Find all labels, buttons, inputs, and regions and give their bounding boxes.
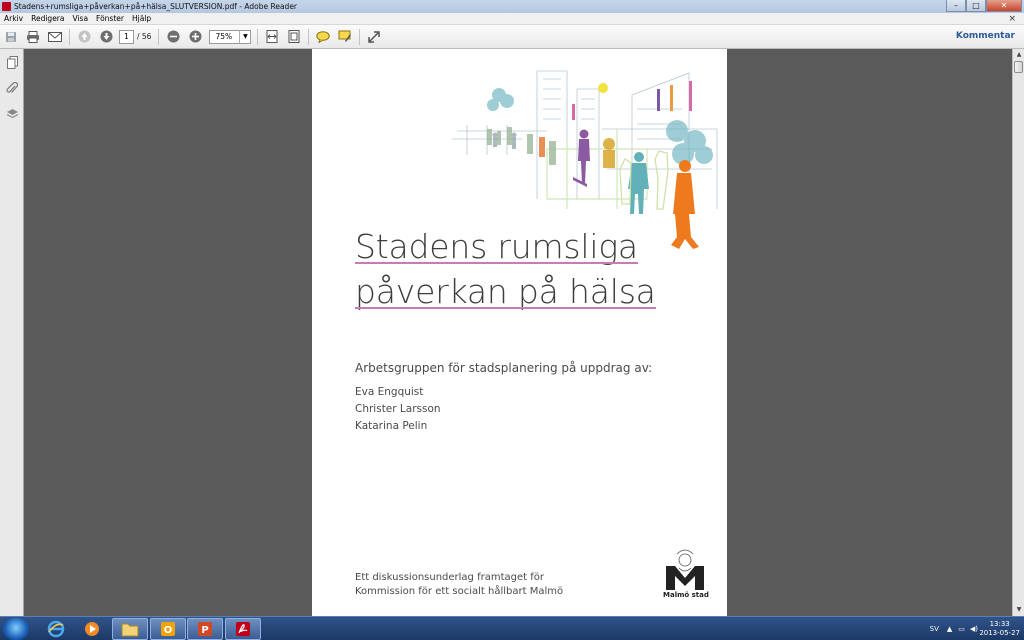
title-underline — [355, 262, 638, 264]
toolbar-separator — [69, 28, 70, 45]
footer-text-1: Ett diskussionsunderlag framtaget för — [355, 572, 544, 583]
document-title-line-1: Stadens rumsliga — [355, 227, 638, 266]
chevron-down-icon[interactable]: ▼ — [239, 30, 250, 43]
page-number-input[interactable]: 1 — [119, 29, 134, 44]
kommentar-button[interactable]: Kommentar — [956, 31, 1015, 41]
menu-arkiv[interactable]: Arkiv — [0, 14, 27, 23]
close-document-button[interactable]: × — [1008, 13, 1016, 25]
menu-hjalp[interactable]: Hjälp — [128, 14, 155, 23]
title-text-1: Stadens rumsliga — [355, 227, 638, 266]
file-explorer-icon[interactable] — [112, 618, 148, 640]
author-name: Christer Larsson — [355, 403, 441, 415]
zoom-select[interactable]: 75% ▼ — [209, 29, 252, 44]
scroll-down-icon[interactable]: ▼ — [1014, 605, 1024, 615]
network-icon[interactable]: ▭ — [958, 625, 965, 633]
menu-redigera[interactable]: Redigera — [27, 14, 68, 23]
pdf-page[interactable]: Stadens rumsliga påverkan på hälsa Arbet… — [312, 49, 727, 616]
document-title-line-2: påverkan på hälsa — [355, 272, 656, 311]
window-controls: – □ ✕ — [946, 0, 1022, 12]
scrollbar-thumb[interactable] — [1014, 61, 1023, 73]
taskbar: O P SV ▲ ▭ ◀) 13:33 2013-05-27 — [0, 616, 1024, 640]
save-icon[interactable] — [3, 29, 19, 45]
zoom-out-icon[interactable] — [165, 29, 181, 45]
footer-text-2: Kommission för ett socialt hållbart Malm… — [355, 586, 564, 597]
zoom-value: 75% — [215, 31, 233, 41]
vertical-scrollbar[interactable]: ▲ ▼ — [1012, 49, 1024, 616]
print-icon[interactable] — [25, 29, 41, 45]
adobe-reader-taskbar-icon[interactable] — [225, 618, 261, 640]
menu-visa[interactable]: Visa — [68, 14, 92, 23]
window-title: Stadens+rumsliga+påverkan+på+hälsa_SLUTV… — [14, 2, 298, 11]
highlight-icon[interactable] — [337, 29, 353, 45]
svg-text:P: P — [201, 625, 208, 636]
clock[interactable]: 13:33 2013-05-27 — [979, 620, 1020, 638]
navigation-panel — [0, 49, 24, 616]
toolbar-separator — [158, 28, 160, 45]
title-text-2: påverkan på hälsa — [355, 272, 656, 311]
previous-page-icon[interactable] — [76, 29, 92, 45]
language-indicator[interactable]: SV — [930, 625, 939, 633]
page-total: / 56 — [137, 32, 152, 41]
maximize-button[interactable]: □ — [966, 0, 986, 12]
toolbar: 1 / 56 75% ▼ Kommentar — [0, 25, 1024, 49]
author-name: Eva Engquist — [355, 386, 424, 398]
adobe-reader-icon — [2, 2, 11, 11]
next-page-icon[interactable] — [98, 29, 114, 45]
outlook-icon[interactable]: O — [150, 618, 186, 640]
document-subtitle: Arbetsgruppen för stadsplanering på uppd… — [355, 361, 653, 375]
scroll-up-icon[interactable]: ▲ — [1014, 50, 1024, 60]
layers-icon[interactable] — [5, 107, 19, 121]
comment-icon[interactable] — [315, 29, 331, 45]
media-player-icon[interactable] — [74, 618, 110, 640]
internet-explorer-icon[interactable] — [38, 618, 74, 640]
clock-date: 2013-05-27 — [979, 629, 1020, 637]
svg-text:O: O — [164, 625, 173, 636]
window-titlebar: Stadens+rumsliga+påverkan+på+hälsa_SLUTV… — [0, 0, 1024, 13]
minimize-button[interactable]: – — [946, 0, 966, 12]
toolbar-separator — [308, 28, 310, 45]
author-name: Katarina Pelin — [355, 420, 428, 432]
system-tray: SV ▲ ▭ ◀) — [930, 617, 978, 640]
volume-icon[interactable]: ◀) — [970, 625, 978, 633]
email-icon[interactable] — [47, 29, 63, 45]
start-button[interactable] — [3, 618, 29, 640]
toolbar-separator — [359, 28, 361, 45]
powerpoint-icon[interactable]: P — [187, 618, 223, 640]
menu-bar: Arkiv Redigera Visa Fönster Hjälp × — [0, 13, 1024, 25]
menu-fonster[interactable]: Fönster — [92, 14, 128, 23]
title-underline — [355, 307, 656, 309]
show-hidden-icons-icon[interactable]: ▲ — [947, 625, 952, 633]
fit-page-icon[interactable] — [286, 29, 302, 45]
close-button[interactable]: ✕ — [986, 0, 1022, 12]
expand-icon[interactable] — [366, 29, 382, 45]
attachment-icon[interactable] — [5, 81, 19, 95]
logo-text: Malmö stad — [663, 591, 709, 599]
clock-time: 13:33 — [989, 620, 1010, 628]
zoom-in-icon[interactable] — [187, 29, 203, 45]
fit-width-icon[interactable] — [264, 29, 280, 45]
toolbar-separator — [257, 28, 259, 45]
pages-icon[interactable] — [5, 55, 19, 69]
